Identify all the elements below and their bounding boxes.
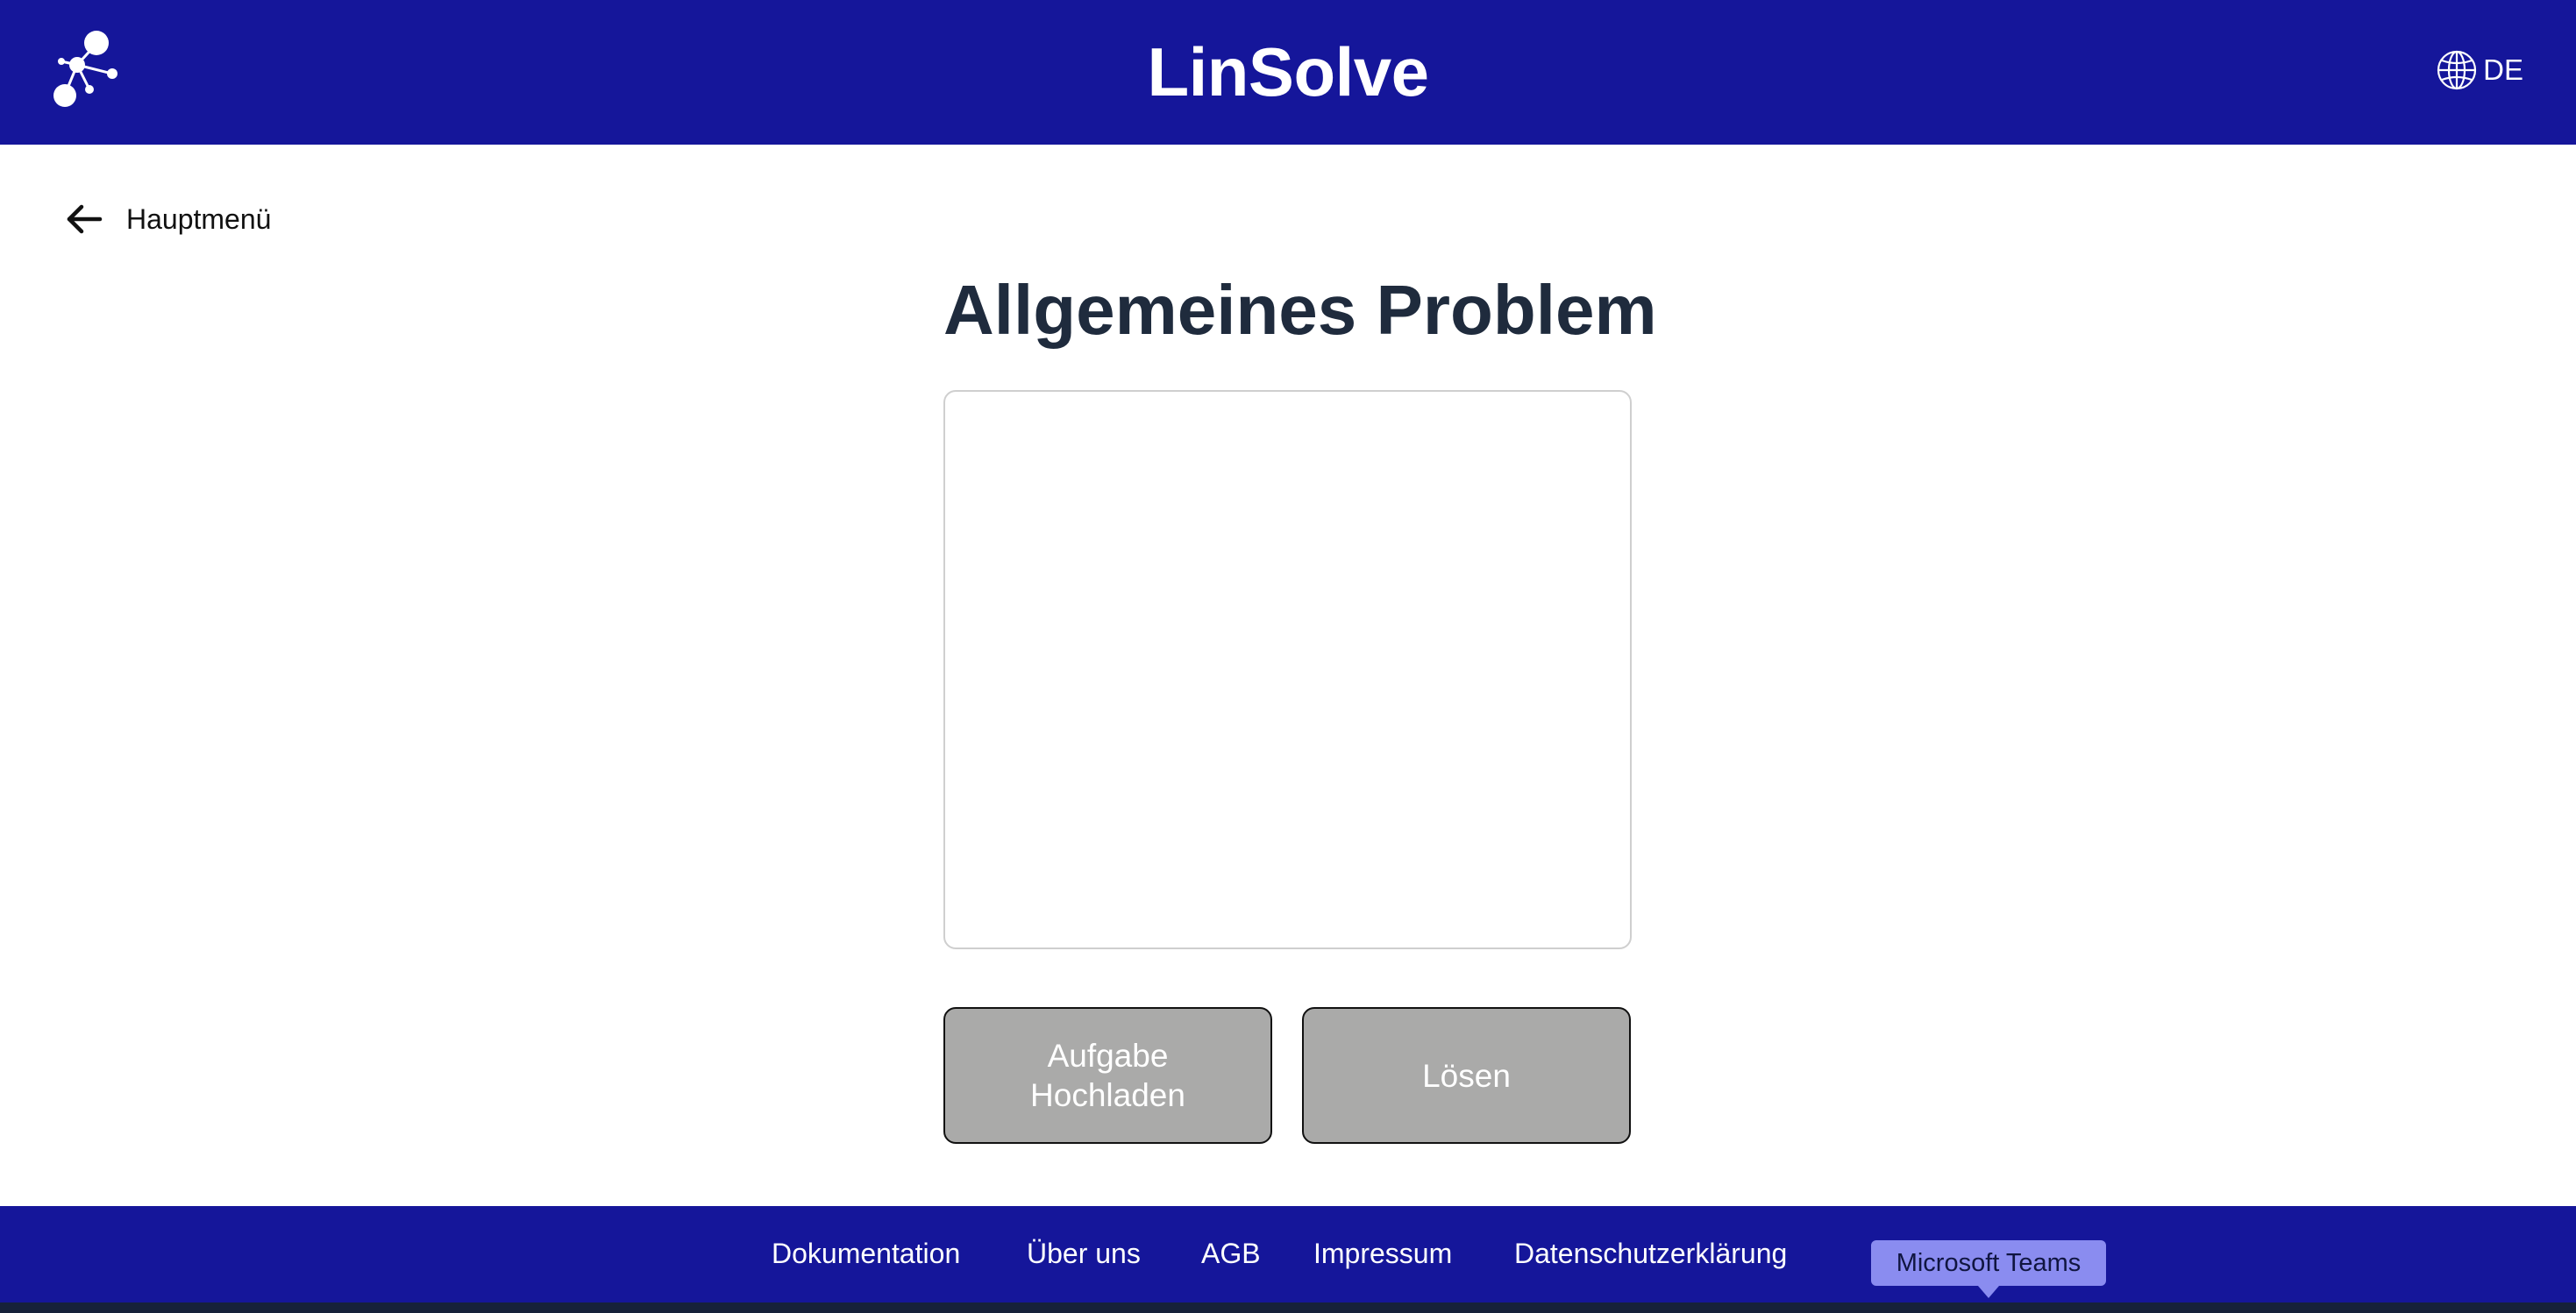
solve-button[interactable]: Lösen — [1302, 1007, 1631, 1144]
globe-icon — [2436, 49, 2478, 91]
page: LinSolve DE Hauptmenü Allgemeines Proble… — [0, 0, 2576, 1313]
footer-link-imprint[interactable]: Impressum — [1313, 1236, 1452, 1271]
footer-bar — [0, 1206, 2576, 1302]
footer-link-about-us[interactable]: Über uns — [1027, 1236, 1141, 1271]
back-to-main-menu-link[interactable]: Hauptmenü — [65, 198, 271, 240]
page-title: Allgemeines Problem — [943, 271, 1657, 349]
microsoft-teams-tooltip: Microsoft Teams — [1871, 1240, 2106, 1286]
back-link-label: Hauptmenü — [126, 202, 272, 235]
footer-link-privacy-policy[interactable]: Datenschutzerklärung — [1514, 1236, 1787, 1271]
language-switcher[interactable]: DE — [2436, 46, 2523, 95]
footer-bottom-strip — [0, 1302, 2576, 1313]
footer-link-terms[interactable]: AGB — [1201, 1236, 1261, 1271]
language-label: DE — [2483, 53, 2523, 86]
app-title: LinSolve — [1147, 33, 1429, 110]
upload-task-button[interactable]: Aufgabe Hochladen — [943, 1007, 1272, 1144]
footer-link-documentation[interactable]: Dokumentation — [772, 1236, 960, 1271]
arrow-left-icon — [65, 200, 103, 238]
problem-input[interactable] — [943, 390, 1632, 949]
tooltip-arrow — [1978, 1286, 1999, 1298]
header-bar: LinSolve DE — [0, 0, 2576, 145]
